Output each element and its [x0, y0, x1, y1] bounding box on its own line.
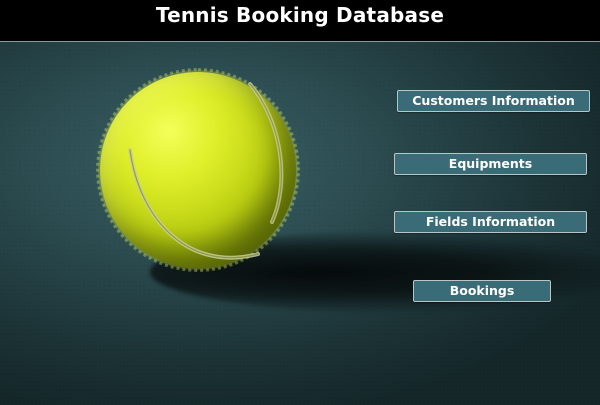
title-bar: Tennis Booking Database [0, 0, 600, 42]
ball-seam [128, 82, 284, 260]
page-title: Tennis Booking Database [155, 3, 445, 27]
equipments-button[interactable]: Equipments [394, 153, 587, 175]
customers-information-button[interactable]: Customers Information [397, 90, 590, 112]
app-window: Tennis Booking Database Customers Inform… [0, 0, 600, 405]
tennis-ball-image [96, 68, 300, 272]
bookings-button[interactable]: Bookings [413, 280, 551, 302]
fields-information-button[interactable]: Fields Information [394, 211, 587, 233]
